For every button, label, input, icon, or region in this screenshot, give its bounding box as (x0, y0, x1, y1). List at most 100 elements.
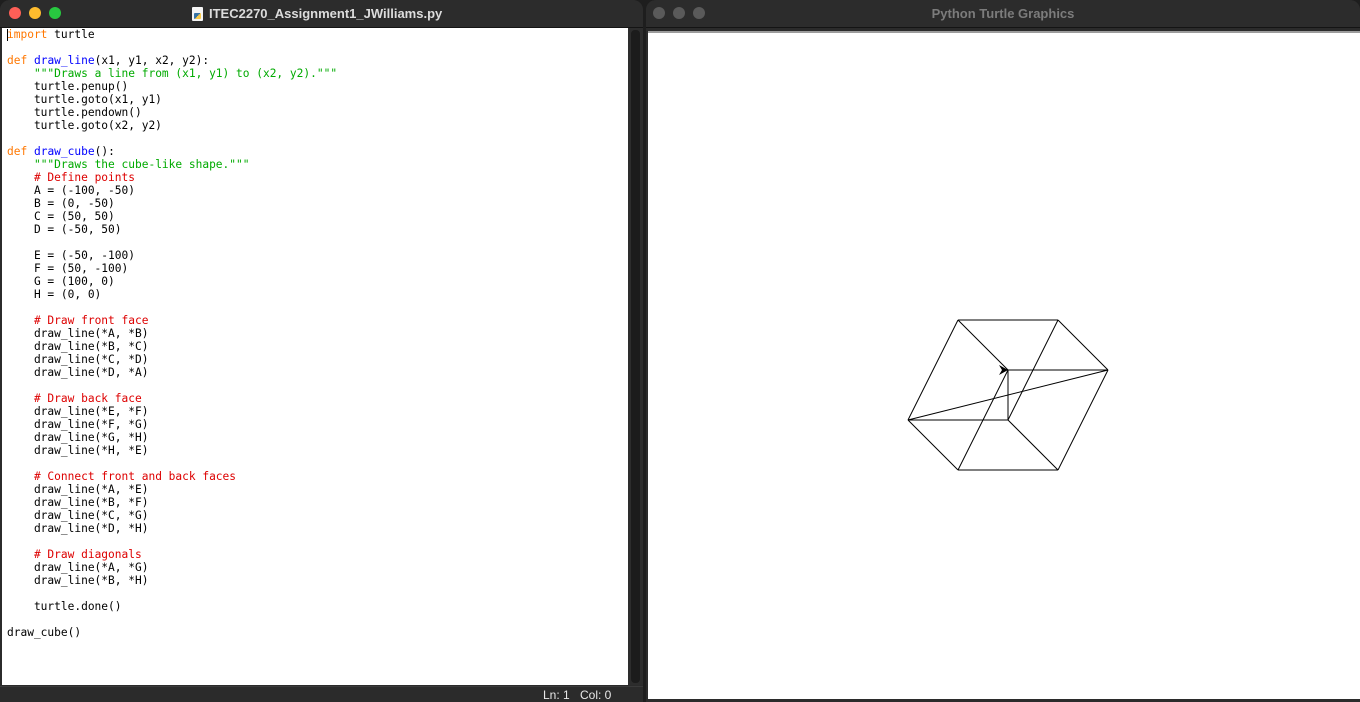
code-line[interactable]: E = (-50, -100) (7, 249, 337, 262)
code-token: turtle.goto(x1, y1) (7, 93, 162, 106)
code-line[interactable]: H = (0, 0) (7, 288, 337, 301)
code-line[interactable]: draw_line(*D, *H) (7, 522, 337, 535)
code-token: draw_line(*H, *E) (7, 444, 149, 457)
code-line[interactable]: draw_line(*H, *E) (7, 444, 337, 457)
code-line[interactable]: draw_line(*D, *A) (7, 366, 337, 379)
code-token: draw_line(*C, *G) (7, 509, 149, 522)
code-line[interactable]: D = (-50, 50) (7, 223, 337, 236)
code-line[interactable]: """Draws a line from (x1, y1) to (x2, y2… (7, 67, 337, 80)
code-line[interactable]: B = (0, -50) (7, 197, 337, 210)
code-text[interactable]: import turtle def draw_line(x1, y1, x2, … (7, 28, 337, 639)
code-line[interactable]: turtle.done() (7, 600, 337, 613)
turtle-canvas[interactable] (648, 31, 1360, 699)
code-line[interactable]: A = (-100, -50) (7, 184, 337, 197)
code-line[interactable] (7, 236, 337, 249)
code-token: """Draws a line from (x1, y1) to (x2, y2… (33, 67, 338, 80)
code-token: draw_line(*D, *H) (7, 522, 149, 535)
line-BF (1007, 419, 1059, 471)
code-line[interactable]: def draw_cube(): (7, 145, 337, 158)
code-line[interactable]: G = (100, 0) (7, 275, 337, 288)
code-token: draw_line(*B, *F) (7, 496, 149, 509)
code-line[interactable] (7, 535, 337, 548)
code-line[interactable]: draw_line(*A, *G) (7, 561, 337, 574)
python-file-icon (192, 6, 203, 21)
scrollbar-thumb[interactable] (631, 30, 640, 683)
code-line[interactable] (7, 301, 337, 314)
code-line[interactable]: draw_line(*B, *C) (7, 340, 337, 353)
code-line[interactable] (7, 41, 337, 54)
code-line[interactable]: turtle.penup() (7, 80, 337, 93)
code-line[interactable]: # Draw front face (7, 314, 337, 327)
code-token: # Connect front and back faces (33, 470, 237, 483)
code-token: draw_line (33, 54, 95, 67)
editor-titlebar[interactable]: ITEC2270_Assignment1_JWilliams.py (0, 0, 643, 28)
code-line[interactable]: draw_line(*E, *F) (7, 405, 337, 418)
code-line[interactable]: draw_line(*A, *E) (7, 483, 337, 496)
code-token: B = (0, -50) (7, 197, 115, 210)
code-token: G = (100, 0) (7, 275, 115, 288)
code-line[interactable] (7, 132, 337, 145)
code-line[interactable]: # Connect front and back faces (7, 470, 337, 483)
code-line[interactable]: # Define points (7, 171, 337, 184)
code-line[interactable]: draw_line(*A, *B) (7, 327, 337, 340)
code-line[interactable]: # Draw back face (7, 392, 337, 405)
code-line[interactable]: turtle.goto(x1, y1) (7, 93, 337, 106)
code-token: H = (0, 0) (7, 288, 102, 301)
code-line[interactable]: def draw_line(x1, y1, x2, y2): (7, 54, 337, 67)
code-token: (): (94, 145, 115, 158)
line-FG (1057, 369, 1109, 471)
code-token: draw_cube (33, 145, 95, 158)
code-line[interactable]: draw_line(*F, *G) (7, 418, 337, 431)
code-line[interactable]: draw_line(*C, *D) (7, 353, 337, 366)
code-line[interactable]: turtle.goto(x2, y2) (7, 119, 337, 132)
code-token: # Draw front face (33, 314, 149, 327)
vertical-scrollbar[interactable] (628, 28, 643, 685)
code-line[interactable]: """Draws the cube-like shape.""" (7, 158, 337, 171)
close-button[interactable] (9, 7, 21, 19)
code-token: # Draw back face (33, 392, 142, 405)
line-DH (957, 319, 1009, 371)
turtle-drawing (907, 319, 1109, 471)
minimize-button[interactable] (29, 7, 41, 19)
code-token: E = (-50, -100) (7, 249, 135, 262)
zoom-button[interactable] (49, 7, 61, 19)
code-line[interactable] (7, 587, 337, 600)
code-line[interactable]: draw_line(*B, *H) (7, 574, 337, 587)
code-line[interactable]: C = (50, 50) (7, 210, 337, 223)
code-token: D = (-50, 50) (7, 223, 122, 236)
turtle-window: Python Turtle Graphics (646, 0, 1360, 702)
code-token: draw_line(*B, *C) (7, 340, 149, 353)
code-token: # Define points (33, 171, 135, 184)
code-token: turtle.done() (7, 600, 122, 613)
code-token: import (7, 28, 48, 41)
editor-title: ITEC2270_Assignment1_JWilliams.py (192, 0, 442, 27)
code-token: draw_line(*A, *G) (7, 561, 149, 574)
line-number-status: Ln: 1 (543, 688, 570, 702)
code-line[interactable]: draw_cube() (7, 626, 337, 639)
code-line[interactable]: F = (50, -100) (7, 262, 337, 275)
code-line[interactable]: import turtle (7, 28, 337, 41)
editor-title-text: ITEC2270_Assignment1_JWilliams.py (209, 6, 443, 21)
editor-window: ITEC2270_Assignment1_JWilliams.py import… (0, 0, 643, 702)
code-line[interactable] (7, 379, 337, 392)
turtle-titlebar[interactable]: Python Turtle Graphics (646, 0, 1360, 28)
code-editor[interactable]: import turtle def draw_line(x1, y1, x2, … (2, 28, 628, 685)
code-line[interactable]: # Draw diagonals (7, 548, 337, 561)
code-line[interactable] (7, 613, 337, 626)
code-line[interactable]: draw_line(*G, *H) (7, 431, 337, 444)
code-line[interactable]: draw_line(*B, *F) (7, 496, 337, 509)
code-token: # Draw diagonals (33, 548, 142, 561)
status-bar: Ln: 1 Col: 0 (0, 686, 643, 702)
code-token: draw_line(*A, *B) (7, 327, 149, 340)
code-token: turtle.penup() (7, 80, 129, 93)
code-token: def (7, 145, 28, 158)
code-line[interactable]: draw_line(*C, *G) (7, 509, 337, 522)
text-cursor (7, 29, 8, 41)
code-line[interactable] (7, 457, 337, 470)
code-line[interactable]: turtle.pendown() (7, 106, 337, 119)
